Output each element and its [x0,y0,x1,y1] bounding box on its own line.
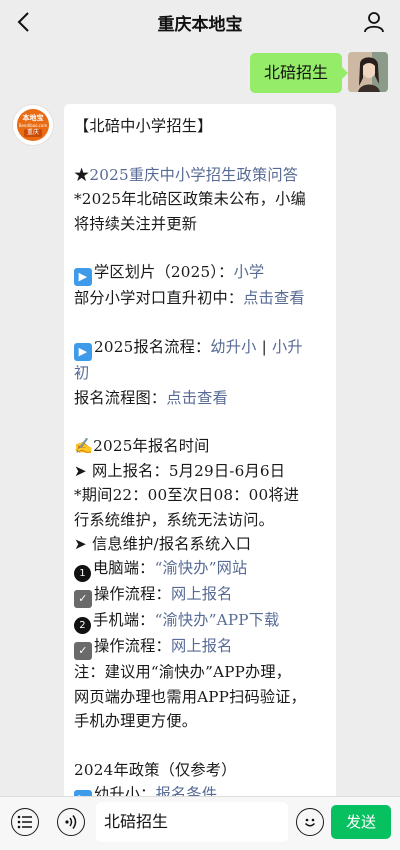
message-line: 1 电脑端：“渝快办”网站 [74,556,326,583]
message-link[interactable]: 小学 [234,263,265,281]
emoji-icon [304,818,316,827]
message-line: 2 手机端：“渝快办”APP下载 [74,608,326,635]
message-text: 电脑端： [93,559,155,578]
message-line: ➤ 网上报名：5月29日-6月6日 [74,459,326,483]
user-photo-icon [348,52,388,92]
message-line: 【北碚中小学招生】 [74,114,326,138]
menu-button[interactable] [11,808,39,836]
message-link[interactable]: “渝快办”网站 [155,559,248,577]
message-text: 学区划片（2025）： [94,263,234,282]
message-line: 行系统维护，系统无法访问。 [74,508,326,532]
message-line: 初 [74,361,326,385]
message-text: ★ [74,165,90,184]
message-text: 【北碚中小学招生】 [74,117,213,135]
message-line: 注：建议用“渝快办”APP办理， [74,660,326,684]
message-text: 行系统维护，系统无法访问。 [74,510,275,529]
message-text: 报名流程图： [74,388,167,407]
number-2-icon: 2 [74,617,91,635]
message-text: 注：建议用“渝快办”APP办理， [74,663,292,682]
voice-icon [65,815,77,829]
message-input[interactable]: 北碚招生 [96,802,288,842]
incoming-message: 【北碚中小学招生】 ★2025重庆中小学招生政策问答 *2025年北碚区政策未公布，… [64,104,336,802]
official-account-avatar[interactable]: 本地宝 Bendibao.com 重庆 [12,104,54,146]
play-icon: ▶ [74,268,92,287]
message-text: 2024年政策（仅参考） [74,761,237,780]
user-avatar[interactable] [348,52,388,92]
message-link[interactable]: 2025重庆中小学招生政策问答 [89,166,298,184]
message-link[interactable]: 初 [74,364,89,382]
message-text: *2025年北碚区政策未公布，小编 [74,190,306,209]
emoji-button[interactable] [296,808,324,836]
message-text: 2025报名流程： [94,338,211,357]
message-line: 2024年政策（仅参考） [74,758,326,782]
message-line: ★2025重庆中小学招生政策问答 [74,163,326,187]
message-line: 手机办理更方便。 [74,709,326,733]
message-text: ➤ 信息维护/报名系统入口 [74,535,252,554]
input-bar: 北碚招生 发送 [0,796,400,850]
message-line [74,138,326,162]
message-link[interactable]: 网上报名 [171,637,233,655]
message-text: 部分小学对口直升初中： [74,289,244,308]
back-arrow-icon [17,12,29,32]
message-link[interactable]: “渝快办”APP下载 [155,611,280,629]
message-line [74,236,326,260]
message-link[interactable]: 点击查看 [243,289,305,307]
message-link[interactable]: 点击查看 [166,389,228,407]
message-line [74,311,326,335]
message-line: ▶ 学区划片（2025）：小学 [74,260,326,287]
message-line: ✓ 操作流程：网上报名 [74,634,326,661]
message-text: ➤ 网上报名：5月29日-6月6日 [74,461,286,480]
message-line: 网页端办理也需用APP扫码验证， [74,685,326,709]
message-line: ▶ 2025报名流程：幼升小 | 小升 [74,335,326,362]
number-1-icon: 1 [74,565,91,583]
message-text: 操作流程： [94,585,171,604]
title-bar: 重庆本地宝 [0,0,400,44]
message-link[interactable]: 网上报名 [171,585,233,603]
outgoing-message[interactable]: 北碚招生 [249,53,349,93]
message-text: 将持续关注并更新 [74,214,198,233]
user-icon [364,12,384,33]
message-text: 网页端办理也需用APP扫码验证， [74,687,307,706]
play-icon: ▶ [74,343,92,362]
message-line: ✍2025年报名时间 [74,434,326,458]
back-button[interactable] [8,6,40,38]
message-line: 将持续关注并更新 [74,212,326,236]
message-link[interactable]: 幼升小 [210,338,256,356]
message-line: ➤ 信息维护/报名系统入口 [74,532,326,556]
message-line: 报名流程图：点击查看 [74,386,326,410]
message-text: 手机办理更方便。 [74,712,198,731]
checkbox-icon: ✓ [74,590,92,609]
link-separator: | [256,338,272,357]
message-line: 部分小学对口直升初中：点击查看 [74,286,326,310]
send-button[interactable]: 发送 [331,805,391,839]
message-line: *期间22：00至次日08：00将进 [74,483,326,507]
chat-title: 重庆本地宝 [157,14,243,35]
message-text: 手机端： [93,611,155,630]
message-line: *2025年北碚区政策未公布，小编 [74,187,326,211]
message-text: ✍2025年报名时间 [74,437,210,456]
outgoing-bubble: 北碚招生 [249,53,349,93]
message-line: ✓ 操作流程：网上报名 [74,582,326,609]
checkbox-icon: ✓ [74,642,92,661]
message-text: 操作流程： [94,637,171,656]
message-line [74,734,326,758]
list-menu-icon [17,815,32,829]
message-text: *期间22：00至次日08：00将进 [74,486,300,505]
message-body: 【北碚中小学招生】 ★2025重庆中小学招生政策问答 *2025年北碚区政策未公布，… [64,104,336,802]
voice-button[interactable] [57,808,85,836]
profile-button[interactable] [358,6,390,38]
message-link[interactable]: 小升 [272,338,303,356]
message-line [74,410,326,434]
bendibao-logo-icon: 本地宝 Bendibao.com 重庆 [17,109,49,141]
